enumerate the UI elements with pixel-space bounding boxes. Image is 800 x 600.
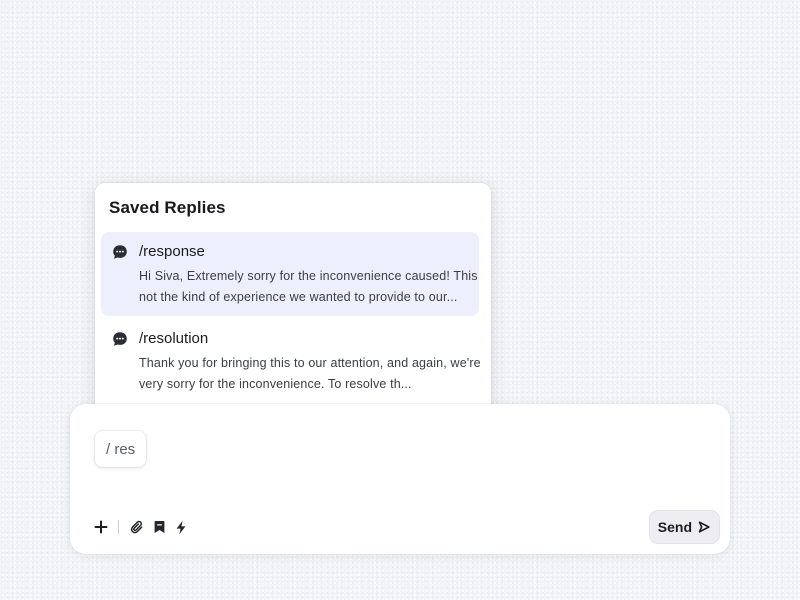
paperclip-icon[interactable] — [128, 518, 146, 536]
send-arrow-icon — [698, 521, 710, 533]
saved-reply-response[interactable]: /response Hi Siva, Extremely sorry for t… — [101, 232, 479, 316]
reply-preview-line: Hi Siva, Extremely sorry for the inconve… — [139, 269, 478, 283]
plus-icon[interactable] — [92, 518, 110, 536]
reply-preview: Hi Siva, Extremely sorry for the inconve… — [139, 266, 484, 307]
reply-preview-line: very sorry for the inconvenience. To res… — [139, 376, 412, 391]
reply-preview-line: not the kind of experience we wanted to … — [139, 289, 458, 304]
bookmark-icon[interactable] — [150, 518, 168, 536]
chat-bubble-icon — [113, 332, 127, 346]
message-composer: / res Send — [70, 404, 730, 554]
toolbar-divider — [118, 520, 119, 534]
message-input[interactable]: / res — [95, 431, 147, 467]
send-button[interactable]: Send — [648, 510, 720, 544]
popover-title: Saved Replies — [109, 198, 226, 217]
reply-shortcut: /resolution — [139, 330, 209, 347]
reply-shortcut: /response — [139, 243, 205, 260]
saved-replies-popover: Saved Replies /response Hi Siva, Extreme… — [95, 183, 491, 418]
reply-preview-line: Thank you for bringing this to our atten… — [139, 356, 481, 370]
reply-preview: Thank you for bringing this to our atten… — [139, 353, 484, 394]
send-label: Send — [657, 519, 692, 535]
lightning-icon[interactable] — [172, 518, 190, 536]
composer-toolbar — [92, 517, 190, 537]
saved-reply-resolution[interactable]: /resolution Thank you for bringing this … — [101, 319, 481, 403]
chat-bubble-icon — [113, 245, 127, 259]
